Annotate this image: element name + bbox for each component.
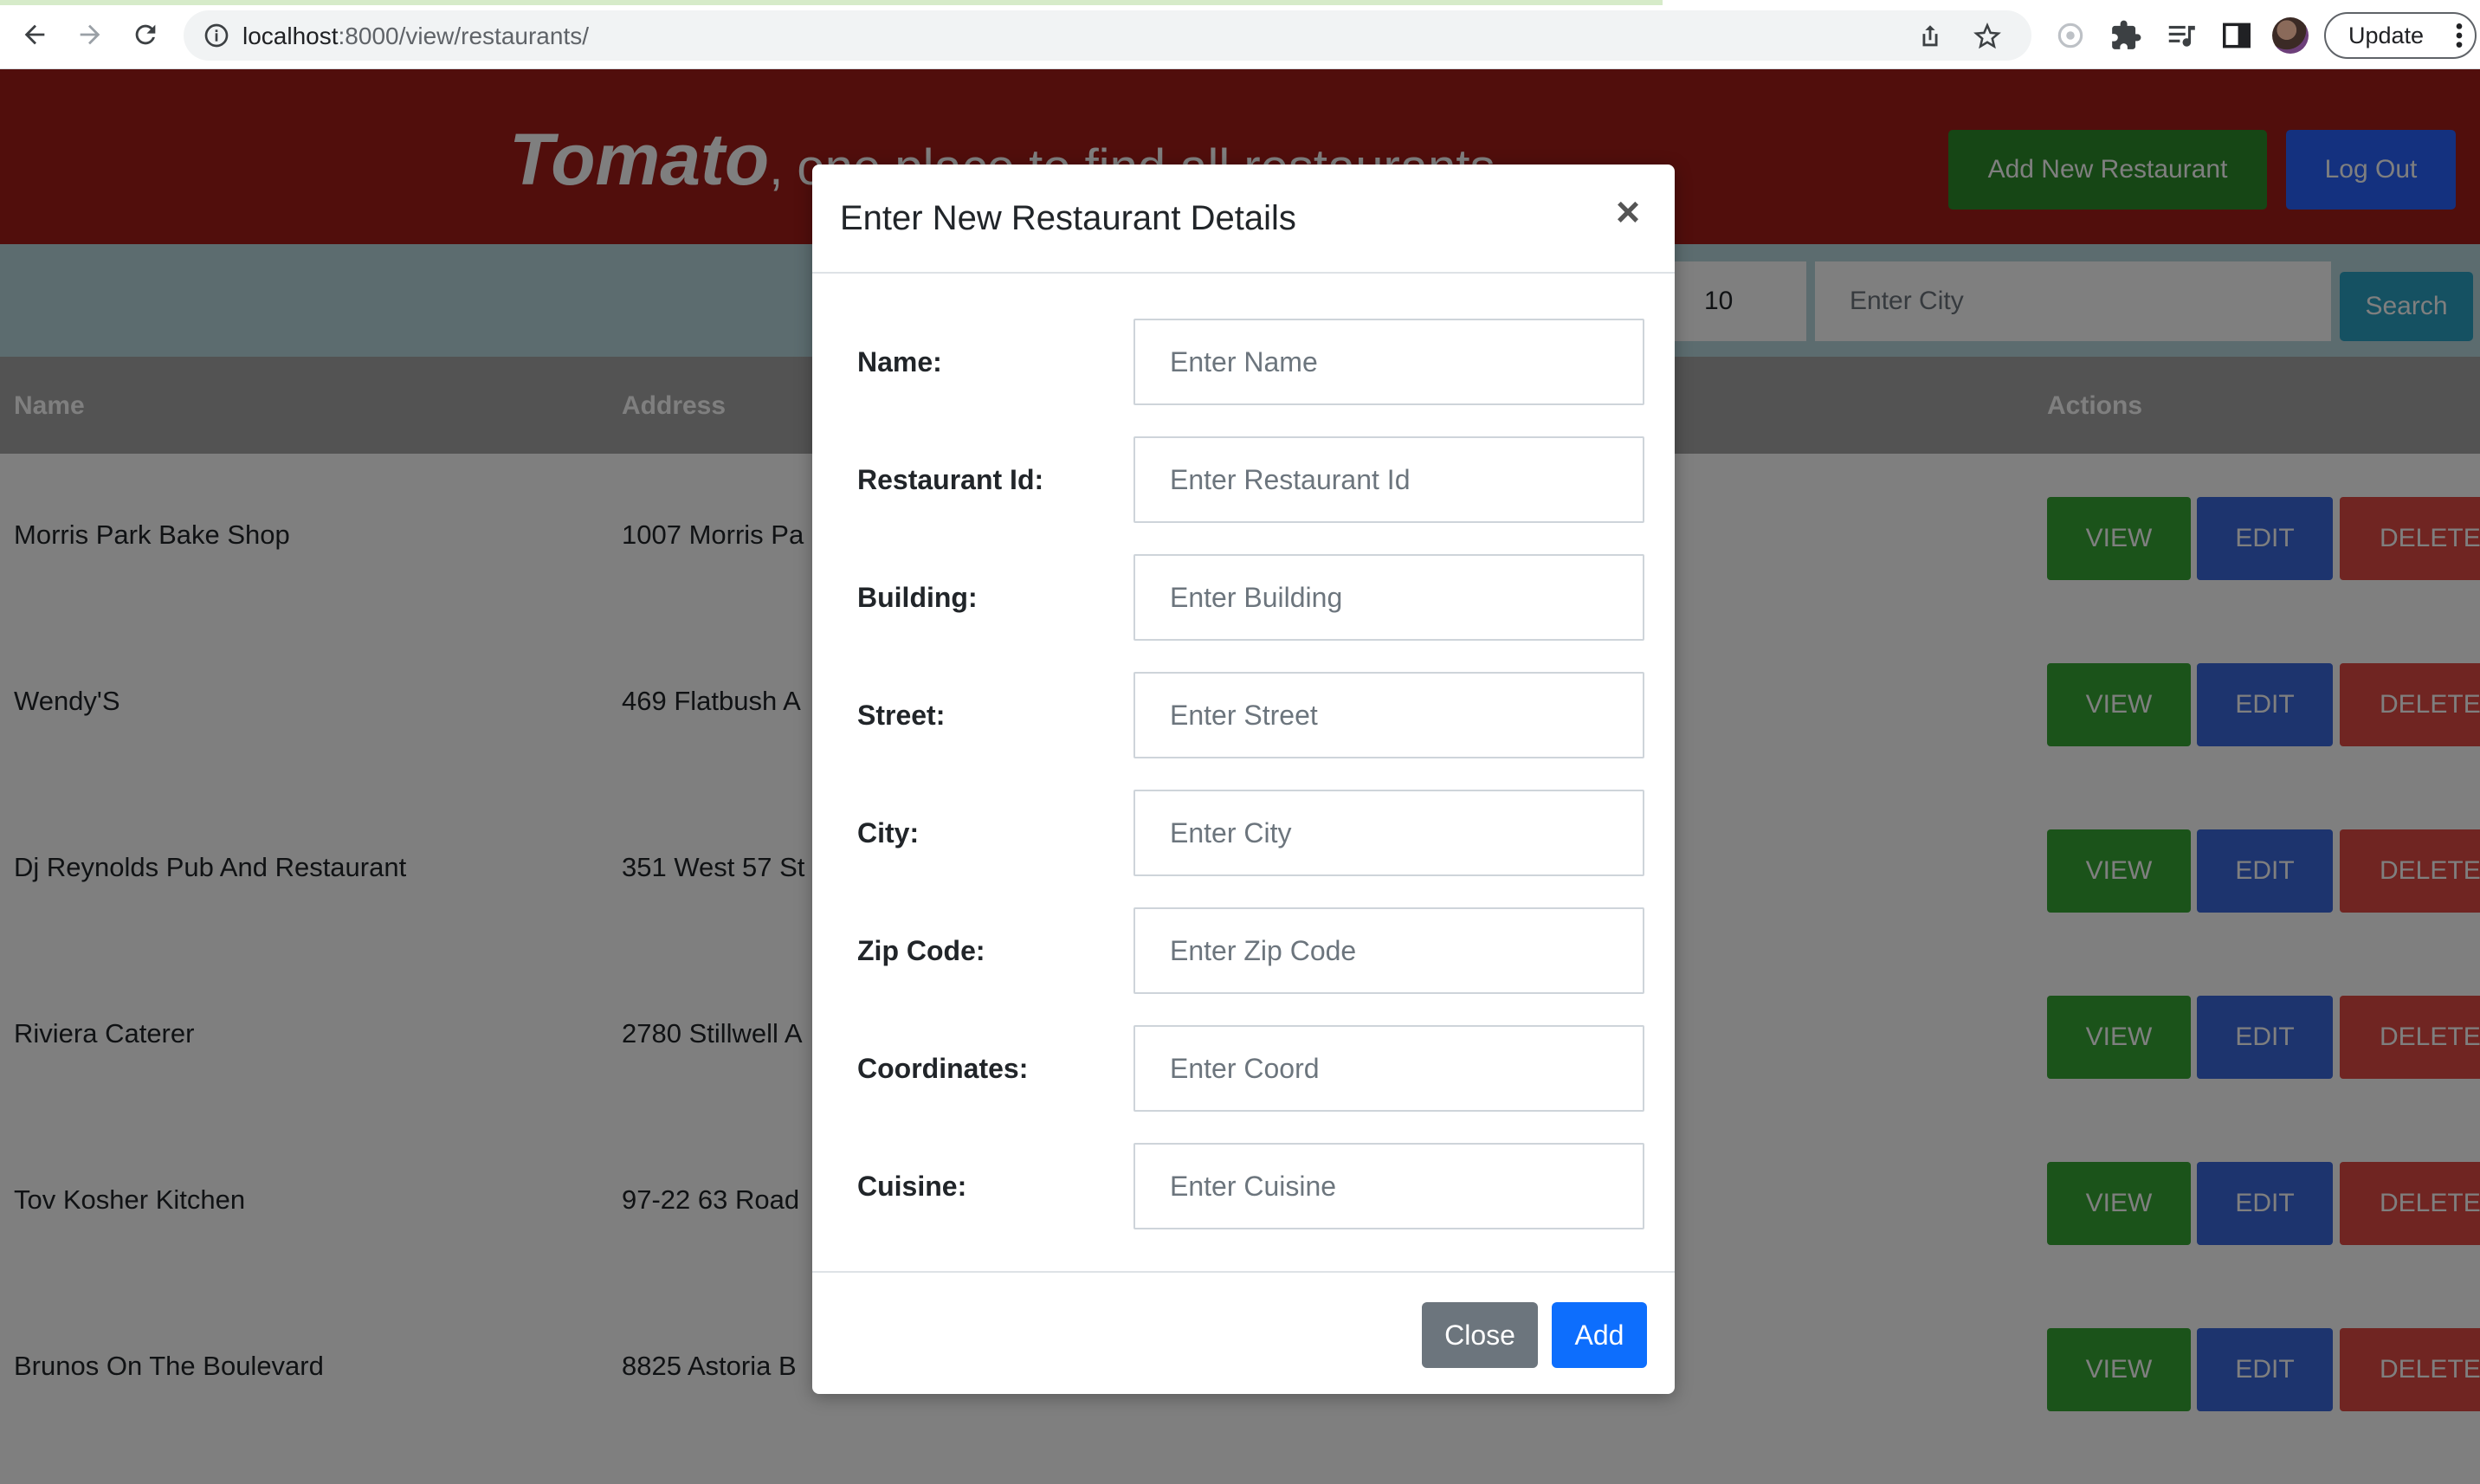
form-row-building: Building: — [812, 554, 1675, 641]
add-button[interactable]: Add — [1552, 1302, 1647, 1368]
update-label: Update — [2348, 22, 2425, 48]
form-row-cuisine: Cuisine: — [812, 1143, 1675, 1229]
restaurant-id-input[interactable] — [1133, 436, 1644, 523]
name-label: Name: — [857, 346, 942, 377]
street-label: Street: — [857, 700, 946, 731]
close-icon[interactable]: × — [1609, 192, 1647, 234]
info-icon[interactable] — [203, 22, 230, 49]
restaurant-id-label: Restaurant Id: — [857, 464, 1044, 495]
profile-avatar[interactable] — [2272, 17, 2309, 54]
building-input[interactable] — [1133, 554, 1644, 641]
form-row-restaurant-id: Restaurant Id: — [812, 436, 1675, 523]
close-button[interactable]: Close — [1422, 1302, 1538, 1368]
update-button[interactable]: Update — [2324, 12, 2477, 59]
star-icon[interactable] — [1973, 22, 2002, 51]
form-row-name: Name: — [812, 319, 1675, 405]
arrow-left-icon — [24, 24, 45, 45]
reload-button[interactable] — [126, 16, 165, 54]
media-queue-icon[interactable] — [2165, 19, 2198, 52]
side-panel-icon[interactable] — [2220, 19, 2253, 52]
new-restaurant-modal: Enter New Restaurant Details × Name: Res… — [812, 165, 1675, 1394]
page-load-progress — [0, 0, 1663, 5]
form-row-zip-code: Zip Code: — [812, 907, 1675, 994]
coordinates-input[interactable] — [1133, 1025, 1644, 1112]
cuisine-input[interactable] — [1133, 1143, 1644, 1229]
name-input[interactable] — [1133, 319, 1644, 405]
back-button[interactable] — [16, 16, 54, 54]
reload-icon — [135, 24, 156, 45]
share-icon[interactable] — [1915, 22, 1945, 51]
modal-footer-divider — [812, 1271, 1675, 1273]
url-path: :8000/view/restaurants/ — [338, 23, 590, 49]
city-label: City: — [857, 817, 920, 848]
building-label: Building: — [857, 582, 978, 613]
arrow-right-icon — [80, 24, 100, 45]
forward-button[interactable] — [71, 16, 109, 54]
extension-circle-icon[interactable] — [2054, 19, 2087, 52]
modal-header: Enter New Restaurant Details × — [812, 165, 1675, 274]
street-input[interactable] — [1133, 672, 1644, 758]
form-row-city: City: — [812, 790, 1675, 876]
form-row-coordinates: Coordinates: — [812, 1025, 1675, 1112]
form-row-street: Street: — [812, 672, 1675, 758]
address-bar[interactable]: localhost:8000/view/restaurants/ — [184, 10, 2031, 61]
zip-code-label: Zip Code: — [857, 935, 985, 966]
more-vert-icon — [2456, 23, 2463, 48]
city-input[interactable] — [1133, 790, 1644, 876]
cuisine-label: Cuisine: — [857, 1171, 967, 1202]
page-content: Tomato, one place to find all restaurant… — [0, 69, 2480, 1484]
url-host: localhost — [242, 23, 339, 49]
browser-toolbar: localhost:8000/view/restaurants/ Update — [0, 0, 2480, 69]
url-text[interactable]: localhost:8000/view/restaurants/ — [242, 23, 589, 50]
puzzle-icon[interactable] — [2109, 19, 2142, 52]
coordinates-label: Coordinates: — [857, 1053, 1029, 1084]
zip-code-input[interactable] — [1133, 907, 1644, 994]
modal-title: Enter New Restaurant Details — [840, 199, 1296, 237]
